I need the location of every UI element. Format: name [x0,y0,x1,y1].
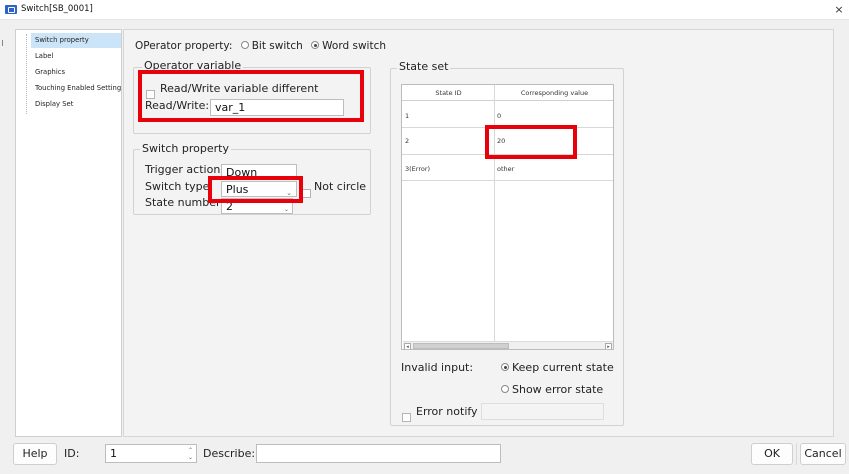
operator-property-row: OPerator property: Bit switch Word switc… [135,40,386,52]
not-circle-label[interactable]: Not circle [314,180,366,193]
bit-switch-label[interactable]: Bit switch [252,40,303,52]
word-switch-label[interactable]: Word switch [322,40,386,52]
error-notify-checkbox[interactable] [402,413,411,422]
app-icon [5,5,17,14]
horizontal-scrollbar[interactable]: ◂ ▸ [403,341,613,349]
show-error-state-label[interactable]: Show error state [512,383,603,396]
describe-input[interactable] [256,444,501,463]
nav-item-label[interactable]: Label [31,49,121,64]
nav-tree: Switch property Label Graphics Touching … [15,29,122,437]
highlight-row-2-value [485,125,577,159]
scrollbar-thumb[interactable] [413,343,509,349]
nav-item-display-set[interactable]: Display Set [31,97,121,112]
column-divider [494,85,495,341]
id-value: 1 [110,447,117,460]
row-2-id[interactable]: 2 [405,137,409,145]
keep-current-state-radio[interactable] [501,363,509,371]
edge-mark [2,40,5,46]
id-spinner[interactable]: 1 ⌃ ⌄ [105,444,197,463]
not-circle-checkbox[interactable] [302,189,311,198]
window-title: Switch[SB_0001] [21,4,93,14]
close-icon[interactable]: × [832,2,846,18]
describe-label: Describe: [203,447,256,460]
show-error-state-option[interactable]: Show error state [501,383,603,396]
tree-guide-line [26,34,27,114]
button-separator [796,443,797,465]
help-button[interactable]: Help [13,443,57,465]
row-1-id[interactable]: 1 [405,112,409,120]
keep-current-state-option[interactable]: Keep current state [501,361,614,374]
spinner-arrows-icon[interactable]: ⌃ ⌄ [188,447,193,461]
row-3-id[interactable]: 3(Error) [405,165,430,173]
row-3-value[interactable]: other [497,165,514,173]
error-notify-input[interactable] [481,403,604,420]
error-notify-checkbox-wrap[interactable] [402,407,411,426]
nav-item-touching-enabled-setting[interactable]: Touching Enabled Setting [31,81,121,96]
bit-switch-radio[interactable] [240,41,249,49]
cancel-button[interactable]: Cancel [800,443,846,465]
keep-current-state-label[interactable]: Keep current state [512,361,614,374]
title-bar: Switch[SB_0001] × [0,0,849,20]
show-error-state-radio[interactable] [501,385,509,393]
state-table: State ID Corresponding value 1 0 2 20 3(… [401,84,614,350]
invalid-input-label: Invalid input: [401,361,474,374]
ok-button[interactable]: OK [751,443,793,465]
word-switch-radio[interactable] [311,41,320,49]
col-header-corresponding-value[interactable]: Corresponding value [495,85,613,101]
switch-property-legend: Switch property [140,142,231,155]
scroll-right-icon[interactable]: ▸ [605,343,612,349]
highlight-switch-type [208,176,303,203]
id-label: ID: [64,447,80,460]
nav-item-switch-property[interactable]: Switch property [31,33,121,48]
switch-type-label: Switch type: [145,180,214,193]
nav-item-graphics[interactable]: Graphics [31,65,121,80]
col-header-state-id[interactable]: State ID [402,85,495,101]
highlight-operator-variable [138,70,364,122]
operator-property-label: OPerator property: [135,40,233,52]
row-divider [402,180,613,181]
state-set-legend: State set [397,60,451,73]
not-circle-checkbox-wrap[interactable] [302,183,311,202]
row-1-value[interactable]: 0 [497,112,501,120]
scroll-left-icon[interactable]: ◂ [404,343,411,349]
error-notify-label[interactable]: Error notify [416,405,478,418]
trigger-action-label: Trigger action [145,163,221,176]
